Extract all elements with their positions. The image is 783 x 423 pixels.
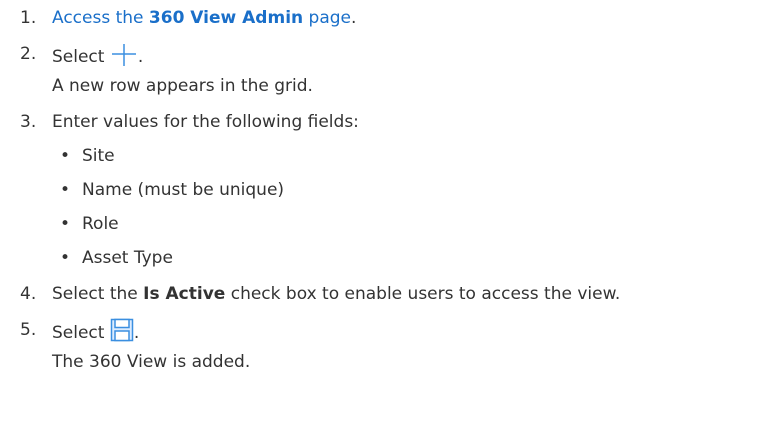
- access-360-view-admin-link[interactable]: Access the 360 View Admin page: [52, 8, 351, 28]
- step-3: 3. Enter values for the following fields…: [20, 110, 780, 271]
- step-number: 5.: [20, 320, 37, 340]
- list-item: • Site: [60, 146, 115, 166]
- 360-view-admin-label: 360 View Admin: [148, 8, 304, 28]
- procedure-steps: 1. Access the 360 View Admin page. 2. Se…: [20, 6, 780, 386]
- step-number: 4.: [20, 284, 37, 304]
- step-number: 1.: [20, 8, 37, 28]
- step-number: 2.: [20, 44, 37, 64]
- step-result: The 360 View is added.: [52, 352, 251, 372]
- step-text: Select: [52, 323, 110, 343]
- step-4: 4. Select the Is Active check box to ena…: [20, 282, 780, 307]
- step-1: 1. Access the 360 View Admin page.: [20, 6, 780, 31]
- list-item: • Asset Type: [60, 248, 173, 268]
- save-icon: [110, 318, 134, 350]
- step-text: Select: [52, 47, 110, 67]
- is-active-label: Is Active: [143, 284, 226, 304]
- step-2: 2. Select . A new row appears in the gri…: [20, 42, 780, 99]
- step-result: A new row appears in the grid.: [52, 76, 313, 96]
- list-item: • Name (must be unique): [60, 180, 285, 200]
- plus-icon: [110, 42, 138, 74]
- step-5: 5. Select . The 360 View is added.: [20, 318, 780, 375]
- step-number: 3.: [20, 112, 37, 132]
- step-text: Enter values for the following fields:: [52, 112, 359, 132]
- field-list: • Site • Name (must be unique) • Role • Asse…: [52, 144, 780, 271]
- list-item: • Role: [60, 214, 119, 234]
